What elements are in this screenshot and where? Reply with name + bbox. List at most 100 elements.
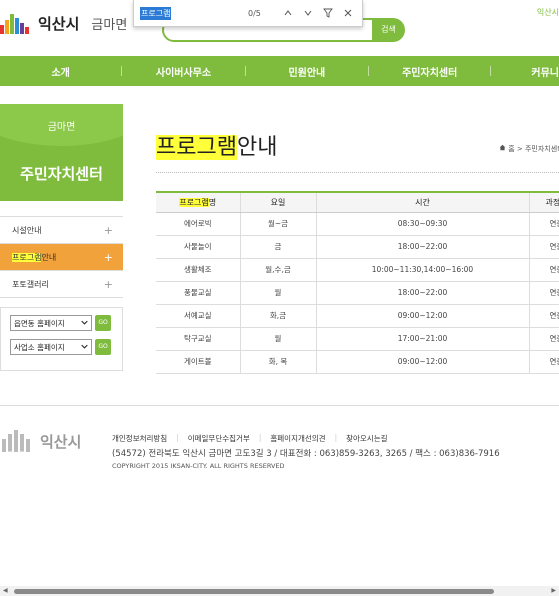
footer-link-feedback[interactable]: 홈페이지개선의견	[261, 433, 334, 444]
cell-program: 탁구교실	[156, 327, 240, 351]
go-button[interactable]: GO	[95, 339, 111, 355]
cell-course: 연중	[528, 258, 559, 282]
scrollbar-thumb[interactable]	[14, 589, 494, 594]
cell-day: 화, 목	[239, 350, 316, 374]
cell-course: 연중	[528, 327, 559, 351]
town-homepage-select[interactable]: 읍면동 홈페이지	[10, 315, 92, 331]
footer-link-email-policy[interactable]: 이메일무단수집거부	[179, 433, 259, 444]
cell-day: 월	[239, 281, 316, 305]
nav-item-civil-service[interactable]: 민원안내	[246, 64, 368, 79]
chevron-up-icon[interactable]	[278, 3, 298, 23]
nav-item-community-center[interactable]: 주민자치센터	[369, 64, 490, 79]
select-row: 사업소 홈페이지 GO	[10, 339, 122, 355]
table-row: 생활체조 월,수,금 10:00~11:30,14:00~16:00 연중	[156, 258, 559, 282]
cell-program: 풍물교실	[156, 281, 240, 305]
sidebar-item-facilities[interactable]: 시설안내 +	[0, 217, 123, 244]
footer-address: (54572) 전라북도 익산시 금마면 고도3길 3 / 대표전화 : 063…	[112, 449, 500, 459]
table-row: 에어로빅 월~금 08:30~09:30 연중	[156, 212, 559, 236]
find-match-count: 0/5	[248, 8, 261, 18]
nav-item-intro[interactable]: 소개	[0, 64, 121, 79]
sidebar-item-photo-gallery[interactable]: 포토갤러리 +	[0, 271, 123, 298]
nav-item-community[interactable]: 커뮤니	[491, 64, 559, 79]
sidebar-item-label-rest: 안내	[41, 252, 57, 262]
footer-city-name: 익산시	[40, 432, 82, 451]
cell-program: 생활체조	[156, 258, 240, 282]
search-button[interactable]: 검색	[372, 18, 405, 42]
office-homepage-select[interactable]: 사업소 홈페이지	[10, 339, 92, 355]
site-logo[interactable]: 익산시 금마면	[0, 12, 127, 34]
plus-icon: +	[103, 277, 113, 291]
table-row: 게이트볼 화, 목 09:00~12:00 연중	[156, 350, 559, 374]
divider	[156, 172, 559, 173]
home-icon[interactable]	[499, 144, 508, 153]
page-title: 프로그램안내	[156, 129, 277, 161]
table-row: 탁구교실 월 17:00~21:00 연중	[156, 327, 559, 351]
footer-links: 개인정보처리방침 | 이메일무단수집거부 | 홈페이지개선의견 | 찾아오시는길	[112, 433, 397, 444]
logo-town-name: 금마면	[91, 17, 128, 33]
scroll-left-icon[interactable]: ◀	[3, 587, 8, 594]
find-input[interactable]: 프로그램	[140, 5, 240, 21]
chevron-down-icon[interactable]	[298, 3, 318, 23]
cell-day: 화,금	[239, 304, 316, 328]
cell-time: 08:30~09:30	[315, 212, 529, 236]
cell-course: 연중	[528, 235, 559, 259]
cell-course: 연중	[528, 304, 559, 328]
footer-link-directions[interactable]: 찾아오시는길	[337, 433, 396, 444]
cell-time: 09:00~12:00	[315, 350, 529, 374]
city-logo-icon	[0, 12, 32, 34]
sidebar-item-programs[interactable]: 프로그램안내 +	[0, 244, 123, 271]
cell-course: 연중	[528, 350, 559, 374]
plus-icon: +	[103, 250, 113, 264]
cell-program: 에어로빅	[156, 212, 240, 236]
select-value: 사업소 홈페이지	[14, 342, 65, 352]
page-title-rest: 안내	[236, 135, 278, 160]
sidebar-item-label: 프로그램안내	[12, 252, 56, 263]
main-nav: 소개 사이버사무소 민원안내 주민자치센터 커뮤니	[0, 56, 559, 86]
chevron-down-icon	[81, 319, 88, 328]
column-header-course: 과정	[528, 191, 559, 213]
footer-divider	[0, 405, 559, 406]
footer-copyright: COPYRIGHT 2015 IKSAN-CITY. ALL RIGHTS RE…	[112, 462, 285, 470]
logo-city-name: 익산시	[38, 14, 80, 33]
cell-time: 18:00~22:00	[315, 235, 529, 259]
program-table: 프로그램명 요일 시간 과정 에어로빅 월~금 08:30~09:30 연중 사…	[156, 191, 559, 374]
cell-course: 연중	[528, 281, 559, 305]
table-row: 풍물교실 월 18:00~22:00 연중	[156, 281, 559, 305]
city-logo-icon	[2, 430, 36, 452]
find-query: 프로그램	[140, 6, 172, 20]
filter-icon[interactable]	[318, 3, 338, 23]
sidebar-title: 주민자치센터	[20, 165, 103, 183]
cell-program: 게이트볼	[156, 350, 240, 374]
cell-day: 월~금	[239, 212, 316, 236]
search-highlight: 프로그램	[12, 252, 42, 262]
cell-day: 금	[239, 235, 316, 259]
footer-logo: 익산시	[2, 430, 81, 452]
scroll-right-icon[interactable]: ▶	[551, 587, 556, 594]
cell-program: 사물놀이	[156, 235, 240, 259]
cell-time: 10:00~11:30,14:00~16:00	[315, 258, 529, 282]
close-icon[interactable]	[338, 3, 358, 23]
column-header-program-rest: 명	[208, 197, 217, 207]
breadcrumb-path[interactable]: 홈 > 주민자치센터	[508, 145, 559, 153]
search-highlight: 프로그램	[156, 135, 237, 160]
footer-link-privacy[interactable]: 개인정보처리방침	[112, 433, 176, 444]
find-bar: 프로그램 0/5	[133, 0, 363, 27]
search-highlight: 프로그램	[179, 197, 209, 207]
page: 익산시 금마면 검색 익산시 프로그램 0/5 소개 사이버사무소 민원안내 주…	[0, 0, 559, 596]
cell-program: 서예교실	[156, 304, 240, 328]
cell-day: 월,수,금	[239, 258, 316, 282]
select-value: 읍면동 홈페이지	[14, 318, 65, 328]
site-select-box: 읍면동 홈페이지 GO 사업소 홈페이지 GO	[0, 307, 123, 371]
column-header-program: 프로그램명	[156, 191, 240, 213]
sidebar-item-label: 포토갤러리	[12, 279, 49, 289]
column-header-time: 시간	[315, 191, 529, 213]
go-button[interactable]: GO	[95, 315, 111, 331]
nav-item-cyber-office[interactable]: 사이버사무소	[122, 64, 244, 79]
select-row: 읍면동 홈페이지 GO	[10, 315, 122, 331]
horizontal-scrollbar[interactable]: ◀ ▶	[0, 586, 559, 596]
breadcrumb: 홈 > 주민자치센터	[499, 144, 559, 154]
cell-time: 09:00~12:00	[315, 304, 529, 328]
top-right-link[interactable]: 익산시	[537, 7, 559, 18]
column-header-day: 요일	[239, 191, 316, 213]
plus-icon: +	[103, 223, 113, 237]
